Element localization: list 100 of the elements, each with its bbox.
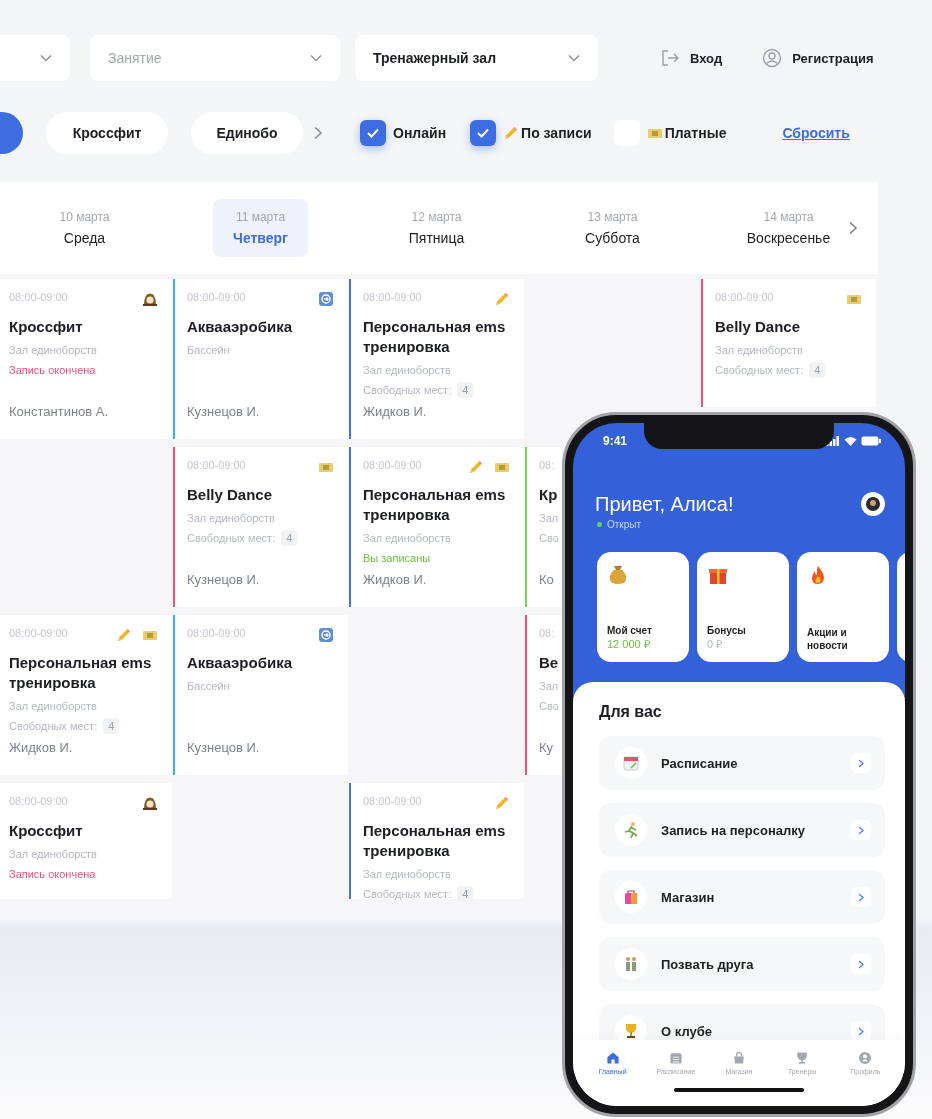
- menu-item[interactable]: Запись на персоналку: [599, 803, 885, 857]
- trainer-name: Константинов А.: [9, 404, 109, 421]
- money-bag-icon: [607, 564, 629, 586]
- class-title: Персональная ems тренировка: [9, 653, 153, 693]
- class-card[interactable]: 08:00-09:00 Кроссфит Зал единоборств Запись окончена: [0, 783, 172, 899]
- tile-card[interactable]: Акции и новости: [797, 552, 889, 662]
- class-card[interactable]: 08:00-09:00 Персональная ems тренировка Зал единоборств Свободных мест: 4 Жидков И.: [349, 279, 524, 439]
- class-room: Зал единоборств: [9, 699, 97, 714]
- class-card[interactable]: 08: Кр Зал Сво Ко: [525, 447, 561, 607]
- class-title: Кр: [539, 485, 558, 505]
- menu-item[interactable]: О клубе: [599, 1004, 885, 1040]
- class-room: Зал единоборств: [9, 343, 97, 358]
- category-chip[interactable]: Единобо: [191, 112, 303, 154]
- checkbox[interactable]: [470, 120, 497, 146]
- clock-icon: [142, 291, 158, 307]
- dropdown[interactable]: Тренажерный зал: [355, 35, 598, 81]
- trainer-name: Жидков И.: [363, 572, 427, 589]
- menu-item[interactable]: Расписание: [599, 736, 885, 790]
- class-room: Зал единоборств: [363, 363, 451, 378]
- class-time: 08:00-09:00: [187, 627, 246, 639]
- chevron-right-icon: [858, 1026, 864, 1036]
- trainer-name: Кузнецов И.: [187, 572, 260, 589]
- class-room: Зал: [539, 679, 559, 694]
- check-icon: [476, 127, 491, 139]
- class-card[interactable]: 08:00-09:00 Персональная ems тренировка Зал единоборств Вы записаны Жидков И.: [349, 447, 524, 607]
- class-title: Аквааэробика: [187, 653, 292, 673]
- signal-icon: [826, 436, 840, 446]
- login-icon: [660, 48, 680, 68]
- clock-icon: [142, 795, 158, 811]
- class-card[interactable]: 08:00-09:00 Аквааэробика Бассейн Кузнецов И.: [173, 279, 348, 439]
- seat-count: 4: [281, 530, 298, 546]
- auth-link[interactable]: Вход: [690, 50, 723, 66]
- tile-value: 12 000 ₽: [607, 637, 651, 652]
- class-status: Запись окончена: [9, 867, 96, 882]
- battery-icon: [861, 436, 881, 446]
- pencil-icon: [503, 125, 520, 141]
- check-icon: [366, 127, 380, 139]
- trainer-name: Кузнецов И.: [187, 404, 260, 421]
- tile-card[interactable]: Бонусы 0 ₽: [697, 552, 789, 662]
- class-room: Зал единоборств: [363, 531, 451, 546]
- next-day-icon[interactable]: [848, 221, 858, 235]
- class-time: 08:00-09:00: [187, 291, 246, 303]
- class-card[interactable]: 08:00-09:00 Персональная ems тренировка Зал единоборств Свободных мест: 4 Жидков И.: [0, 615, 172, 775]
- category-chip[interactable]: Кроссфит: [46, 112, 168, 154]
- day-tab[interactable]: 14 марта Воскресенье: [726, 199, 851, 257]
- profile-icon: [857, 1049, 874, 1066]
- class-room: Зал единоборств: [363, 867, 451, 882]
- seat-count: 4: [809, 362, 826, 378]
- class-status: Свободных мест:: [187, 531, 276, 546]
- class-title: Персональная ems тренировка: [363, 485, 507, 525]
- trainer-name: Жидков И.: [9, 740, 73, 757]
- class-time: 08:: [539, 459, 555, 471]
- class-status: Свободных мест:: [363, 887, 452, 902]
- class-title: Кроссфит: [9, 821, 83, 841]
- user-circle-icon: [762, 48, 783, 68]
- class-time: 08:00-09:00: [9, 795, 68, 807]
- checkbox-label: По записи: [521, 125, 592, 141]
- seat-count: 4: [103, 718, 120, 734]
- class-card[interactable]: 08:00-09:00 Belly Dance Зал единоборств Свободных мест: 4 Кузнецов И.: [173, 447, 348, 607]
- class-room: Зал единоборств: [9, 847, 97, 862]
- class-time: 08:00-09:00: [363, 459, 422, 471]
- class-status: Свободных мест:: [363, 383, 452, 398]
- class-card[interactable]: 08:00-09:00 Персональная ems тренировка Зал единоборств Свободных мест: 4: [349, 783, 524, 899]
- tile-card[interactable]: Мой счет 12 000 ₽: [597, 552, 689, 662]
- day-tab[interactable]: 10 марта Среда: [39, 199, 130, 257]
- checkbox[interactable]: [360, 120, 386, 146]
- class-status: Запись окончена: [9, 363, 96, 378]
- class-card[interactable]: 08:00-09:00 Кроссфит Зал единоборств Запись окончена Константинов А.: [0, 279, 172, 439]
- checkbox-label: Платные: [664, 125, 727, 141]
- reset-link[interactable]: Сбросить: [782, 125, 850, 141]
- menu-item[interactable]: Позвать друга: [599, 937, 885, 991]
- class-time: 08:00-09:00: [9, 291, 68, 303]
- class-time: 08:00-09:00: [363, 291, 422, 303]
- trainer-name: Жидков И.: [363, 404, 427, 421]
- class-title: Belly Dance: [187, 485, 273, 505]
- greeting: Привет, Алиса!: [595, 492, 734, 517]
- class-card[interactable]: 08:00-09:00 Belly Dance Зал единоборств Свободных мест: 4: [701, 279, 876, 407]
- menu-item[interactable]: Магазин: [599, 870, 885, 924]
- class-card[interactable]: 08: Be Зал Сво Ку: [525, 615, 561, 775]
- avatar-icon[interactable]: [861, 492, 885, 516]
- auth-link[interactable]: Регистрация: [792, 50, 874, 66]
- class-status: Сво: [539, 531, 559, 546]
- scroll-right-icon[interactable]: [313, 126, 323, 140]
- class-title: Be: [539, 653, 559, 673]
- status-time: 9:41: [603, 434, 628, 448]
- class-title: Персональная ems тренировка: [363, 317, 507, 357]
- day-tab[interactable]: 11 марта Четверг: [213, 199, 308, 257]
- day-tab[interactable]: 12 марта Пятница: [388, 199, 485, 257]
- class-title: Belly Dance: [715, 317, 801, 337]
- day-tab[interactable]: 13 марта Суббота: [565, 199, 660, 257]
- class-time: 08:00-09:00: [9, 627, 68, 639]
- chevron-right-icon: [858, 959, 864, 969]
- class-room: Зал: [539, 511, 559, 526]
- class-card[interactable]: 08:00-09:00 Аквааэробика Бассейн Кузнецов И.: [173, 615, 348, 775]
- tile-title: Акции и новости: [807, 626, 849, 652]
- trainer-name: Ко: [539, 572, 554, 589]
- section-title: Для вас: [598, 702, 663, 722]
- checkbox-label: Онлайн: [393, 125, 447, 141]
- dot-icon: [597, 522, 602, 527]
- class-time: 08:: [539, 627, 555, 639]
